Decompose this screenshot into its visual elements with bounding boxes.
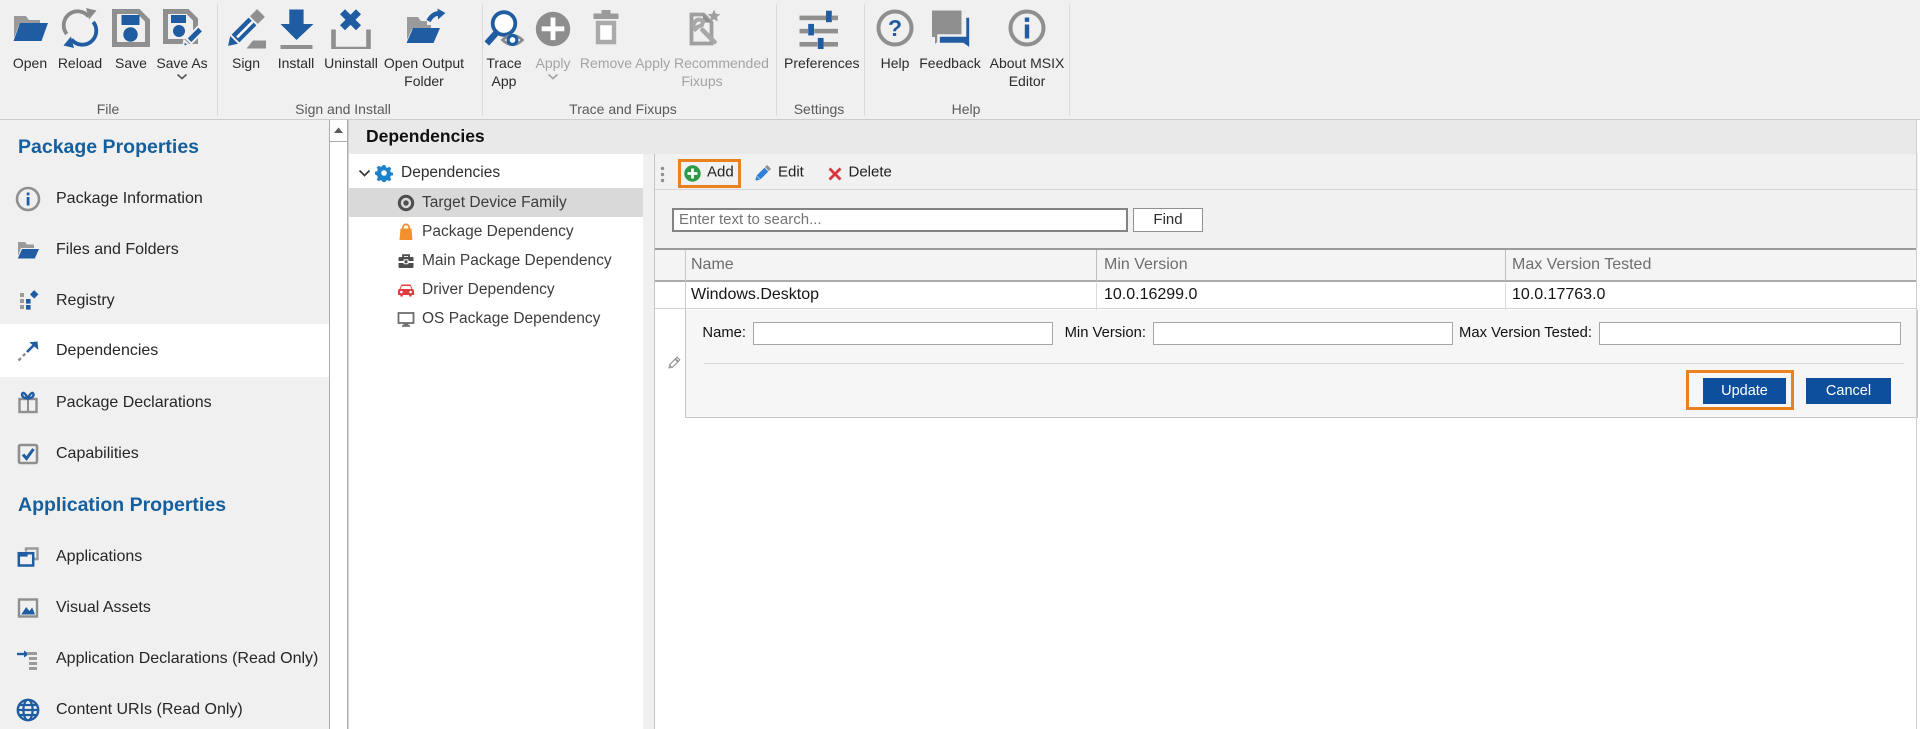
svg-text:?: ? — [888, 15, 902, 41]
